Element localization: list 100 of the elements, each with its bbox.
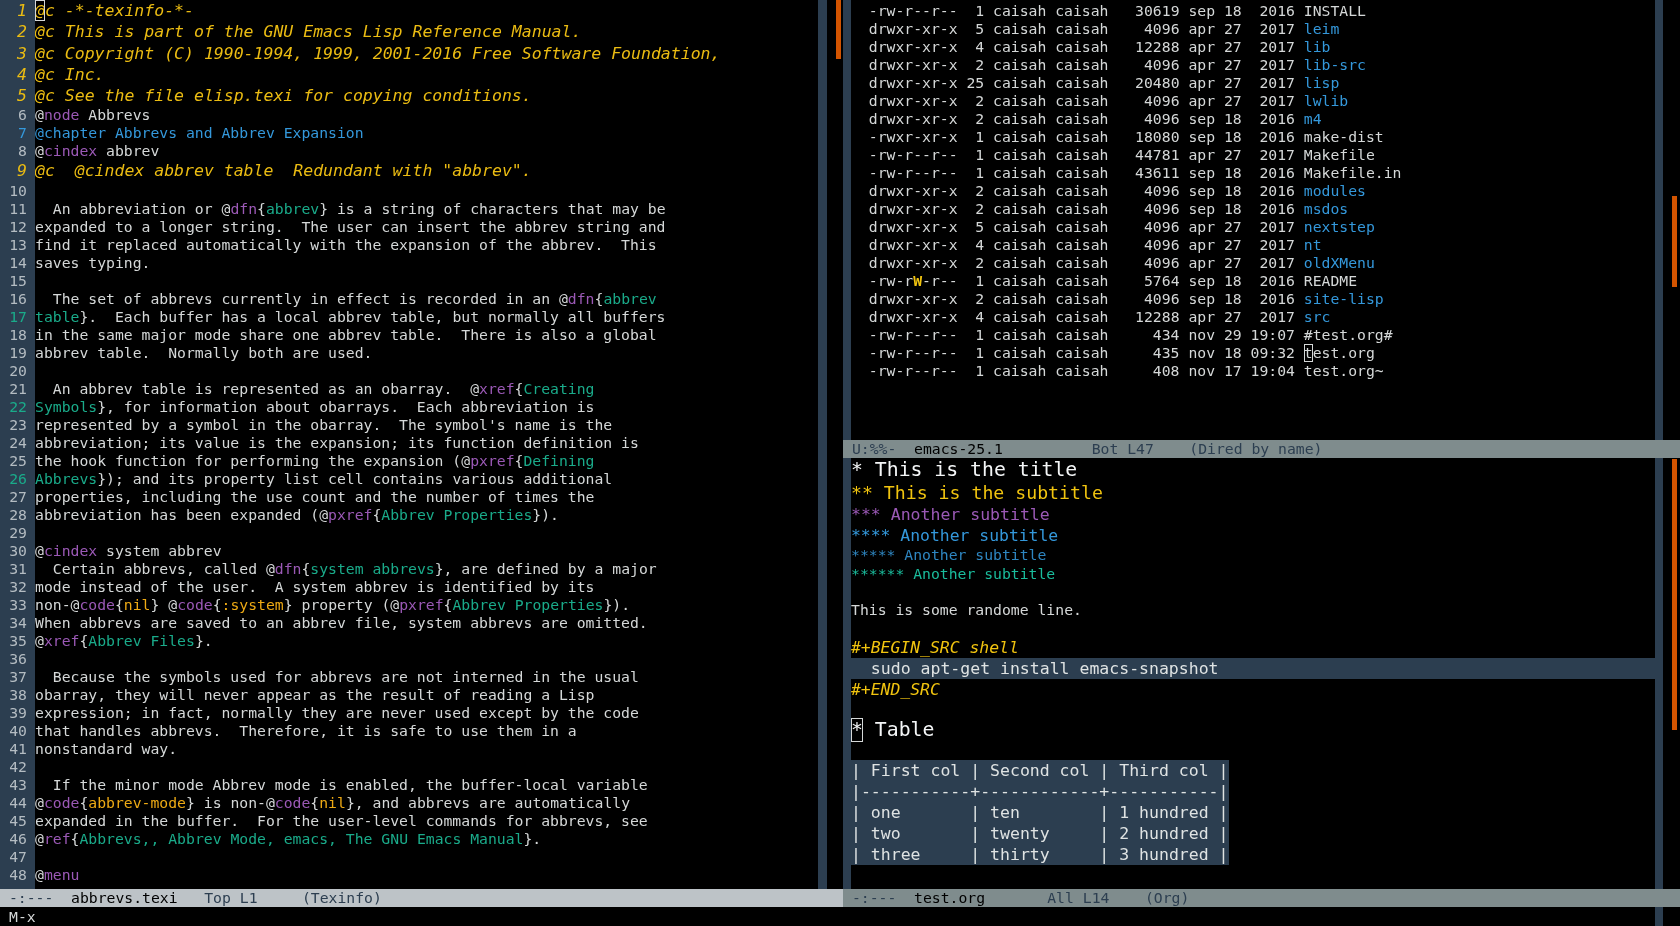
line-number: 11 bbox=[9, 199, 27, 218]
link-count: 25 bbox=[966, 74, 985, 92]
file-group: caisah bbox=[1055, 308, 1109, 326]
line-number: 13 bbox=[9, 235, 27, 254]
file-time: 2017 bbox=[1259, 254, 1295, 272]
file-name[interactable]: nextstep bbox=[1303, 218, 1375, 236]
table-row: | First col | Second col | Third col | bbox=[851, 760, 1229, 781]
file-group: caisah bbox=[1055, 128, 1109, 146]
file-month: sep bbox=[1188, 2, 1216, 20]
file-name[interactable]: lisp bbox=[1303, 74, 1340, 92]
file-group: caisah bbox=[1055, 110, 1109, 128]
code-line: expression; in fact, normally they are never used except by the code bbox=[35, 703, 639, 722]
file-month: apr bbox=[1188, 254, 1216, 272]
file-name[interactable]: lib-src bbox=[1303, 56, 1366, 74]
file-month: apr bbox=[1188, 236, 1216, 254]
line-number: 15 bbox=[9, 271, 27, 290]
file-size: 4096 bbox=[1144, 182, 1180, 200]
file-name[interactable]: msdos bbox=[1303, 200, 1349, 218]
line-number: 3 bbox=[17, 42, 27, 64]
line-number: 34 bbox=[9, 613, 27, 632]
file-owner: caisah bbox=[993, 218, 1047, 236]
file-name[interactable]: INSTALL bbox=[1303, 2, 1366, 20]
file-day: 27 bbox=[1223, 218, 1242, 236]
file-owner: caisah bbox=[993, 20, 1047, 38]
file-group: caisah bbox=[1055, 290, 1109, 308]
file-time: 19:07 bbox=[1250, 326, 1295, 344]
file-size: 4096 bbox=[1144, 290, 1180, 308]
file-size: 4096 bbox=[1144, 56, 1180, 74]
file-size: 5764 bbox=[1144, 272, 1180, 290]
file-group: caisah bbox=[1055, 182, 1109, 200]
file-month: sep bbox=[1188, 110, 1216, 128]
file-name[interactable]: lib bbox=[1303, 38, 1331, 56]
table-row: |-----------+------------+-----------| bbox=[851, 781, 1229, 802]
file-name[interactable]: lwlib bbox=[1303, 92, 1349, 110]
file-name[interactable]: nt bbox=[1303, 236, 1322, 254]
code-line: non-@code{nil} @code{:system} property (@pxref{Abbrev Properties}). bbox=[35, 595, 631, 614]
file-month: apr bbox=[1188, 92, 1216, 110]
code-line: An abbrev table is represented as an obarray. @xref{Creating bbox=[51, 379, 595, 398]
file-name[interactable]: README bbox=[1303, 272, 1358, 290]
file-name[interactable]: site-lisp bbox=[1303, 290, 1384, 308]
file-owner: caisah bbox=[993, 344, 1047, 362]
line-number: 31 bbox=[9, 559, 27, 578]
line-number: 19 bbox=[9, 343, 27, 362]
code-line: abbrev table. Normally both are used. bbox=[35, 343, 373, 362]
file-owner: caisah bbox=[993, 164, 1047, 182]
file-size: 435 bbox=[1152, 344, 1180, 362]
file-group: caisah bbox=[1055, 272, 1109, 290]
file-name[interactable]: leim bbox=[1303, 20, 1340, 38]
file-permissions: drwxr-xr-x bbox=[868, 218, 958, 236]
file-owner: caisah bbox=[993, 56, 1047, 74]
file-time: 2017 bbox=[1259, 56, 1295, 74]
file-name[interactable]: modules bbox=[1303, 182, 1366, 200]
scrollbar-thumb[interactable] bbox=[1672, 459, 1677, 730]
code-line: nonstandard way. bbox=[35, 739, 178, 758]
file-group: caisah bbox=[1055, 362, 1109, 380]
scrollbar-thumb[interactable] bbox=[1672, 196, 1677, 287]
scrollbar-thumb[interactable] bbox=[836, 0, 841, 59]
file-size: 4096 bbox=[1144, 236, 1180, 254]
file-name[interactable]: src bbox=[1303, 308, 1331, 326]
table-row: | two | twenty | 2 hundred | bbox=[851, 823, 1229, 844]
code-line: An abbreviation or @dfn{abbrev} is a string of characters that may be bbox=[51, 199, 666, 218]
file-time: 2017 bbox=[1259, 20, 1295, 38]
file-permissions: drwxr-xr-x bbox=[868, 182, 958, 200]
file-name[interactable]: m4 bbox=[1303, 110, 1322, 128]
link-count: 1 bbox=[975, 146, 985, 164]
file-day: 17 bbox=[1223, 362, 1242, 380]
code-line: If the minor mode Abbrev mode is enabled, the buffer-local variable bbox=[51, 775, 648, 794]
file-size: 20480 bbox=[1135, 74, 1180, 92]
file-group: caisah bbox=[1055, 200, 1109, 218]
file-group: caisah bbox=[1055, 218, 1109, 236]
buffer-status: U:%%- bbox=[851, 440, 897, 457]
file-name[interactable]: oldXMenu bbox=[1303, 254, 1375, 272]
file-day: 27 bbox=[1223, 254, 1242, 272]
org-heading: ** This is the subtitle bbox=[851, 482, 1103, 504]
file-owner: caisah bbox=[993, 254, 1047, 272]
file-permissions: drwxr-xr-x bbox=[868, 110, 958, 128]
file-name[interactable]: make-dist bbox=[1303, 128, 1384, 146]
line-number: 7 bbox=[18, 124, 27, 143]
file-owner: caisah bbox=[993, 38, 1047, 56]
file-month: apr bbox=[1188, 146, 1216, 164]
file-name[interactable]: Makefile.in bbox=[1303, 164, 1402, 182]
file-day: 18 bbox=[1223, 290, 1242, 308]
line-number: 44 bbox=[9, 793, 27, 812]
org-heading: * This is the title bbox=[851, 458, 1078, 482]
file-month: sep bbox=[1188, 200, 1216, 218]
window-fringe bbox=[1655, 907, 1663, 926]
line-number: 37 bbox=[9, 667, 27, 686]
file-name[interactable]: test.org~ bbox=[1303, 362, 1384, 380]
file-size: 12288 bbox=[1135, 308, 1180, 326]
file-owner: caisah bbox=[993, 308, 1047, 326]
file-size: 408 bbox=[1152, 362, 1180, 380]
file-day: 27 bbox=[1223, 56, 1242, 74]
file-name[interactable]: #test.org# bbox=[1303, 326, 1393, 344]
file-size: 44781 bbox=[1135, 146, 1180, 164]
code-line: The set of abbrevs currently in effect is recorded in an @dfn{abbrev bbox=[51, 289, 657, 308]
file-name[interactable]: Makefile bbox=[1303, 146, 1375, 164]
link-count: 2 bbox=[975, 56, 985, 74]
line-number: 43 bbox=[9, 775, 27, 794]
file-day: 18 bbox=[1223, 200, 1242, 218]
file-size: 30619 bbox=[1135, 2, 1180, 20]
